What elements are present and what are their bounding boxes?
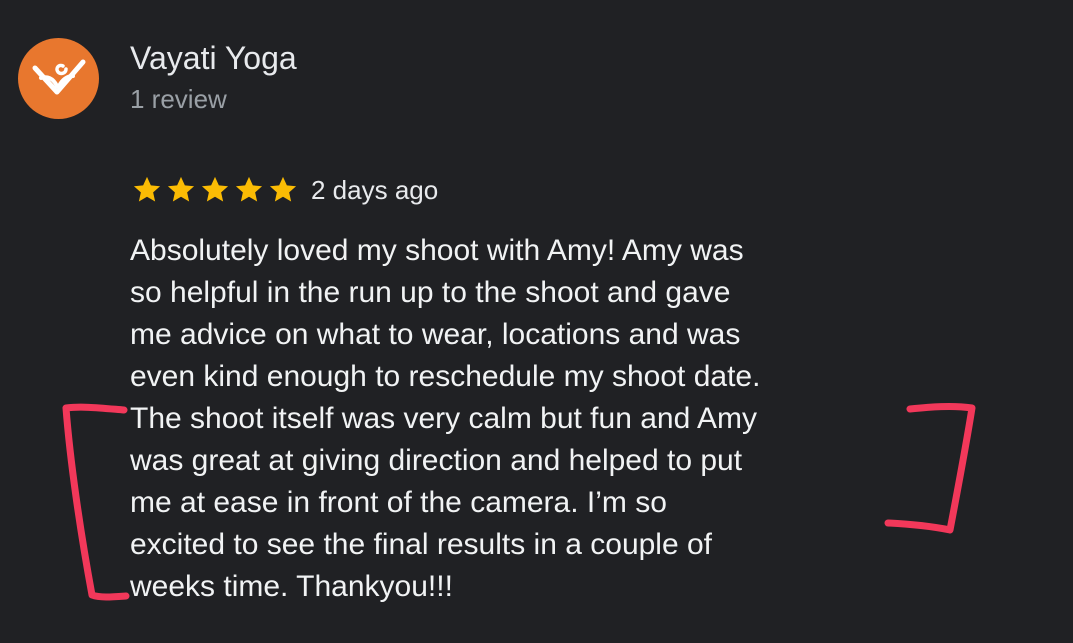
star-icon [233, 174, 265, 206]
review-time: 2 days ago [311, 175, 439, 205]
review-text-line: so helpful in the run up to the shoot an… [130, 276, 731, 309]
star-rating [131, 174, 299, 206]
review-text-line: me at ease in front of the camera. I’m s… [130, 486, 667, 519]
review-text-line: weeks time. Thankyou!!! [130, 570, 453, 603]
review-text: Absolutely loved my shoot with Amy! Amy … [130, 230, 920, 608]
reviewer-name[interactable]: Vayati Yoga [130, 38, 297, 78]
yoga-lotus-logo-icon [32, 59, 85, 94]
review-text-line: Absolutely loved my shoot with Amy! Amy … [130, 234, 744, 267]
star-icon [267, 174, 299, 206]
star-icon [165, 174, 197, 206]
review-text-line: excited to see the final results in a co… [130, 528, 713, 561]
review-text-line: was great at giving direction and helped… [130, 444, 743, 477]
rating-row: 2 days ago [131, 170, 438, 210]
review-text-line: me advice on what to wear, locations and… [130, 318, 741, 351]
avatar[interactable] [18, 38, 99, 119]
star-icon [199, 174, 231, 206]
left-bracket-mark [62, 403, 130, 601]
review-text-line: The shoot itself was very calm but fun a… [130, 402, 757, 435]
star-icon [131, 174, 163, 206]
review-text-line: even kind enough to reschedule my shoot … [130, 360, 761, 393]
review-count: 1 review [130, 84, 227, 114]
